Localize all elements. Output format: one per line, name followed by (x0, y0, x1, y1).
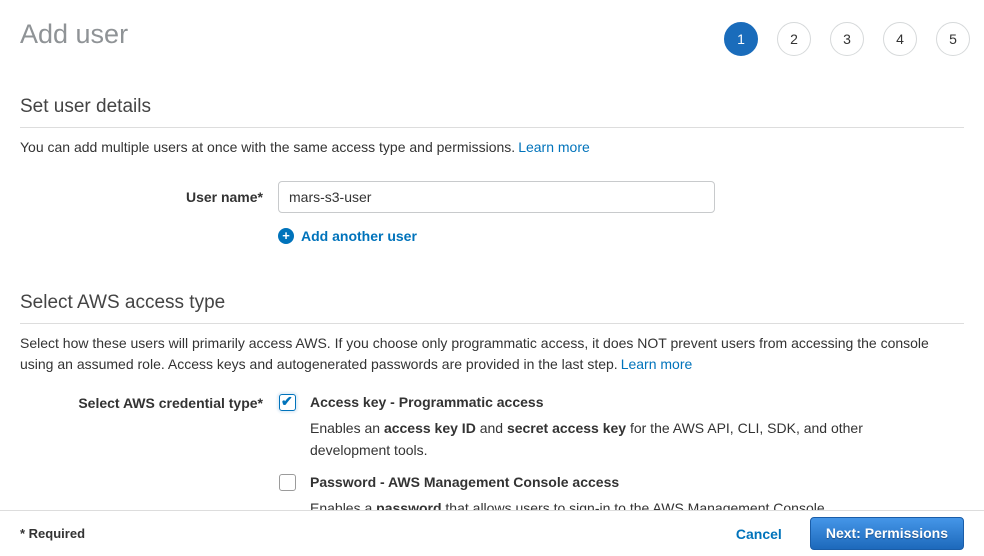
page-title: Add user (20, 18, 128, 50)
access-key-option-title: Access key - Programmatic access (310, 394, 868, 411)
option-access-key: ✔ Access key - Programmatic access Enabl… (279, 394, 868, 461)
desc-text: Enables an (310, 420, 384, 436)
wizard-step-5: 5 (936, 22, 970, 56)
next-permissions-button[interactable]: Next: Permissions (810, 517, 964, 550)
cancel-button[interactable]: Cancel (736, 526, 782, 542)
access-type-intro-text: Select how these users will primarily ac… (20, 335, 929, 372)
desc-text-bold: access key ID (384, 420, 476, 436)
access-type-learn-more-link[interactable]: Learn more (621, 356, 693, 372)
user-details-learn-more-link[interactable]: Learn more (518, 139, 590, 155)
check-icon: ✔ (281, 393, 293, 410)
access-type-intro: Select how these users will primarily ac… (20, 333, 964, 375)
access-key-checkbox[interactable]: ✔ (279, 394, 296, 411)
required-note: * Required (20, 526, 85, 541)
wizard-step-indicator: 1 2 3 4 5 (724, 22, 970, 56)
access-type-heading: Select AWS access type (20, 292, 964, 324)
user-details-heading: Set user details (20, 96, 964, 128)
wizard-step-3: 3 (830, 22, 864, 56)
password-checkbox[interactable] (279, 474, 296, 491)
add-another-user-button[interactable]: + Add another user (278, 228, 417, 244)
section-user-details: Set user details You can add multiple us… (20, 96, 964, 244)
page-header: Add user 1 2 3 4 5 (0, 0, 984, 56)
desc-text-bold: secret access key (507, 420, 626, 436)
user-name-input[interactable] (278, 181, 715, 213)
wizard-step-4: 4 (883, 22, 917, 56)
user-details-intro-text: You can add multiple users at once with … (20, 139, 515, 155)
section-access-type: Select AWS access type Select how these … (20, 292, 964, 532)
add-icon: + (278, 228, 294, 244)
user-name-label: User name* (20, 181, 263, 213)
wizard-step-1: 1 (724, 22, 758, 56)
desc-text: and (476, 420, 507, 436)
add-another-user-label: Add another user (301, 228, 417, 244)
user-name-row: User name* (20, 181, 964, 213)
wizard-footer: * Required Cancel Next: Permissions (0, 510, 984, 556)
user-details-intro: You can add multiple users at once with … (20, 137, 964, 158)
wizard-step-2: 2 (777, 22, 811, 56)
password-option-title: Password - AWS Management Console access (310, 474, 829, 491)
access-key-option-description: Enables an access key ID and secret acce… (310, 417, 868, 461)
